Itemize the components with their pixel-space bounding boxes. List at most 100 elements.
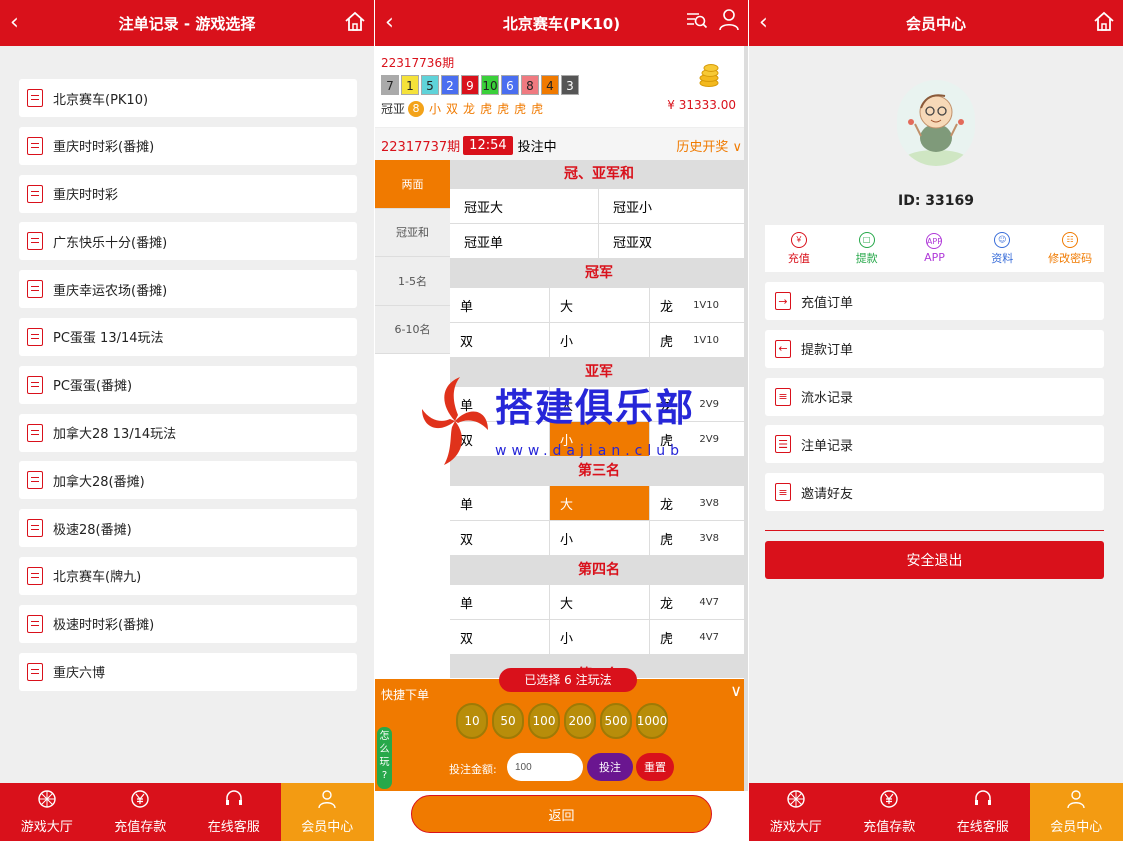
scrollbar[interactable]	[744, 46, 748, 791]
collapse-icon[interactable]: ∨	[730, 681, 742, 700]
side-menu-item[interactable]: 冠亚和	[375, 209, 450, 257]
bet-option[interactable]: 龙 4V7	[650, 585, 748, 619]
menu-item[interactable]: ← 提款订单	[765, 329, 1104, 368]
bet-option[interactable]: 大	[550, 585, 650, 619]
last-draw-info: 22317736期 7 1 5 2 9 10 6 8 4 3 冠亚 8 小双龙虎虎虎虎 ¥ 313…	[375, 46, 748, 128]
app-action[interactable]: APP APP	[901, 225, 969, 272]
reset-button[interactable]: 重置	[636, 753, 674, 781]
record-icon	[27, 136, 43, 155]
list-item[interactable]: PC蛋蛋(番摊)	[19, 365, 357, 404]
menu-item[interactable]: → 充值订单	[765, 282, 1104, 320]
chip-200[interactable]: 200	[564, 703, 596, 739]
profile-action[interactable]: ☺ 资料	[968, 225, 1036, 272]
withdraw-action[interactable]: □ 提款	[833, 225, 901, 272]
tab-deposit[interactable]: 充值存款	[843, 783, 937, 841]
tab-game-hall[interactable]: 游戏大厅	[749, 783, 843, 841]
back-button[interactable]: 返回	[411, 795, 712, 833]
side-menu-item[interactable]: 1-5名	[375, 257, 450, 306]
bet-option[interactable]: 虎 4V7	[650, 620, 748, 654]
deposit-action[interactable]: ￥ 充值	[765, 225, 833, 272]
bet-option[interactable]: 大	[550, 486, 650, 520]
back-bar: 返回	[375, 791, 748, 841]
back-icon[interactable]: ‹	[10, 10, 19, 35]
list-item[interactable]: 北京赛车(牌九)	[19, 556, 357, 595]
list-item[interactable]: 加拿大28 13/14玩法	[19, 413, 357, 452]
bet-option[interactable]: 双	[450, 521, 550, 555]
bet-option[interactable]: 虎 1V10	[650, 323, 748, 357]
bet-option[interactable]: 小	[550, 521, 650, 555]
history-link[interactable]: 历史开奖 ∨	[676, 136, 742, 155]
list-item[interactable]: 广东快乐十分(番摊)	[19, 222, 357, 261]
chip-1000[interactable]: 1000	[636, 703, 668, 739]
bet-option[interactable]: 小	[550, 620, 650, 654]
tab-label: 游戏大厅	[769, 820, 822, 835]
chip-50[interactable]: 50	[492, 703, 524, 739]
list-item[interactable]: PC蛋蛋 13/14玩法	[19, 317, 357, 356]
chip-100[interactable]: 100	[528, 703, 560, 739]
avatar[interactable]	[897, 80, 975, 166]
record-icon	[27, 662, 43, 681]
tab-customer-service[interactable]: 在线客服	[936, 783, 1030, 841]
bet-option[interactable]: 龙 1V10	[650, 288, 748, 322]
bet-option[interactable]: 冠亚单	[450, 224, 599, 258]
watermark: 搭建俱乐部 www.dajian.club	[420, 375, 720, 470]
bet-option[interactable]: 龙 3V8	[650, 486, 748, 520]
bet-option[interactable]: 单	[450, 288, 550, 322]
chip-500[interactable]: 500	[600, 703, 632, 739]
record-icon	[27, 423, 43, 442]
list-item[interactable]: 北京赛车(PK10)	[19, 79, 357, 117]
list-item[interactable]: 极速28(番摊)	[19, 509, 357, 548]
tab-member-center[interactable]: 会员中心	[280, 783, 374, 841]
draw-ball: 3	[561, 75, 579, 95]
back-icon[interactable]: ‹	[385, 10, 394, 35]
watermark-url: www.dajian.club	[495, 443, 685, 459]
matchup-label: 3V8	[699, 497, 719, 509]
list-item[interactable]: 加拿大28(番摊)	[19, 461, 357, 500]
bet-button[interactable]: 投注	[587, 753, 633, 781]
bet-option[interactable]: 双	[450, 620, 550, 654]
change-password-action[interactable]: ☷ 修改密码	[1036, 225, 1104, 272]
action-label: 充值	[787, 251, 810, 265]
sum-tag: 龙	[463, 102, 476, 116]
list-item[interactable]: 重庆幸运农场(番摊)	[19, 270, 357, 309]
option-label: 龙	[660, 299, 674, 315]
back-icon[interactable]: ‹	[759, 10, 768, 35]
menu-item[interactable]: ≡ 邀请好友	[765, 473, 1104, 512]
bet-option[interactable]: 大	[550, 288, 650, 322]
bet-option[interactable]: 冠亚双	[599, 224, 748, 258]
bet-option[interactable]: 冠亚小	[599, 189, 748, 223]
bet-option[interactable]: 单	[450, 585, 550, 619]
action-label: 资料	[991, 251, 1014, 265]
bet-option[interactable]: 双	[450, 323, 550, 357]
list-item[interactable]: 重庆时时彩	[19, 174, 357, 213]
last-period: 22317736期	[381, 56, 455, 70]
option-label: 虎	[660, 334, 674, 350]
game-name: PC蛋蛋 13/14玩法	[53, 331, 164, 347]
side-menu-item[interactable]: 两面	[375, 160, 450, 209]
list-item[interactable]: 重庆时时彩(番摊)	[19, 126, 357, 165]
tab-game-hall[interactable]: 游戏大厅	[0, 783, 94, 841]
bet-option[interactable]: 小	[550, 323, 650, 357]
quick-title: 快捷下单	[381, 688, 430, 702]
home-icon[interactable]	[344, 10, 366, 36]
tab-member-center[interactable]: 会员中心	[1029, 783, 1123, 841]
how-to-play-button[interactable]: 怎么玩?	[377, 727, 392, 789]
menu-item[interactable]: ☰ 注单记录	[765, 425, 1104, 464]
user-icon[interactable]	[718, 8, 740, 36]
bet-option[interactable]: 虎 3V8	[650, 521, 748, 555]
tab-deposit[interactable]: 充值存款	[94, 783, 188, 841]
home-icon[interactable]	[1093, 10, 1115, 36]
tab-customer-service[interactable]: 在线客服	[187, 783, 281, 841]
side-menu-item[interactable]: 6-10名	[375, 306, 450, 354]
sum-value: 8	[408, 100, 425, 117]
chip-10[interactable]: 10	[456, 703, 488, 739]
list-item[interactable]: 重庆六博	[19, 652, 357, 691]
bet-option[interactable]: 单	[450, 486, 550, 520]
menu-item[interactable]: ≡ 流水记录	[765, 377, 1104, 416]
list-item[interactable]: 极速时时彩(番摊)	[19, 604, 357, 643]
logout-button[interactable]: 安全退出	[765, 541, 1104, 579]
amount-input[interactable]	[507, 753, 583, 781]
bet-option[interactable]: 冠亚大	[450, 189, 599, 223]
draw-ball: 4	[541, 75, 559, 95]
records-search-icon[interactable]	[686, 10, 708, 34]
